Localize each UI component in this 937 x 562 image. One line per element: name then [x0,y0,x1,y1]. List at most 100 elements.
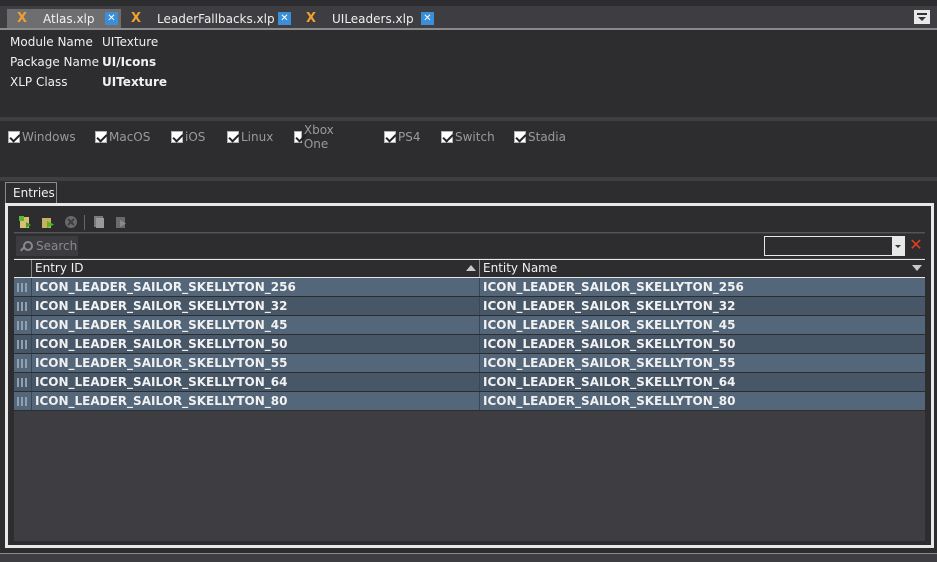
cell-entity-name[interactable]: ICON_LEADER_SAILOR_SKELLYTON_32 [479,297,925,315]
platform-windows[interactable]: Windows [8,129,76,145]
platform-ios[interactable]: iOS [171,129,205,145]
cell-entity-name[interactable]: ICON_LEADER_SAILOR_SKELLYTON_55 [479,354,925,372]
entries-table: Entry ID Entity Name ICON_LEADER_SAILOR_… [14,259,925,411]
xlp-file-icon: X [305,11,317,26]
cell-entry-id[interactable]: ICON_LEADER_SAILOR_SKELLYTON_80 [31,392,479,410]
copy-entry-icon[interactable] [92,215,106,229]
clear-filter-icon[interactable]: ✕ [909,237,923,253]
add-entry-icon[interactable] [18,215,32,229]
cell-entity-name[interactable]: ICON_LEADER_SAILOR_SKELLYTON_45 [479,316,925,334]
platform-label: Windows [22,130,76,144]
xlp-class-value: UITexture [102,75,168,89]
row-drag-handle-icon[interactable] [14,278,31,296]
checkbox-checked-icon[interactable] [384,131,396,143]
row-drag-handle-icon[interactable] [14,392,31,410]
sort-descending-icon [912,265,922,271]
platform-label: MacOS [109,130,151,144]
close-icon[interactable]: ✕ [278,12,291,25]
checkbox-checked-icon[interactable] [171,131,183,143]
tab-label: UILeaders.xlp [332,11,414,26]
cell-entry-id[interactable]: ICON_LEADER_SAILOR_SKELLYTON_50 [31,335,479,353]
cell-entry-id[interactable]: ICON_LEADER_SAILOR_SKELLYTON_64 [31,373,479,391]
checkbox-checked-icon[interactable] [227,131,239,143]
platform-label: iOS [185,130,206,144]
package-name-label: Package Name [10,55,99,69]
insert-entry-icon[interactable] [41,215,55,229]
sort-ascending-icon [466,265,476,271]
checkbox-checked-icon[interactable] [294,131,302,143]
platform-label: Xbox One [303,123,334,151]
column-header-entity-name[interactable]: Entity Name [479,260,925,277]
cell-entity-name[interactable]: ICON_LEADER_SAILOR_SKELLYTON_64 [479,373,925,391]
column-header-entry-id[interactable]: Entry ID [31,260,479,277]
platform-ps4[interactable]: PS4 [384,129,421,145]
xlp-file-icon: X [130,11,142,26]
table-row[interactable]: ICON_LEADER_SAILOR_SKELLYTON_32 ICON_LEAD… [14,297,925,316]
platform-switch[interactable]: Switch [441,129,495,145]
row-drag-handle-icon[interactable] [14,354,31,372]
package-name-row: Package Name UI/Icons [10,52,167,72]
table-header: Entry ID Entity Name [14,259,925,278]
checkbox-checked-icon[interactable] [441,131,453,143]
module-name-row: Module Name UITexture [10,32,167,52]
table-row[interactable]: ICON_LEADER_SAILOR_SKELLYTON_45 ICON_LEAD… [14,316,925,335]
tab-atlas[interactable]: X Atlas.xlp ✕ [7,9,121,28]
module-name-label: Module Name [10,35,93,49]
cell-entry-id[interactable]: ICON_LEADER_SAILOR_SKELLYTON_55 [31,354,479,372]
tab-label: LeaderFallbacks.xlp [157,11,275,26]
cell-entity-name[interactable]: ICON_LEADER_SAILOR_SKELLYTON_80 [479,392,925,410]
remove-entry-icon[interactable] [64,215,78,229]
platform-macos[interactable]: MacOS [95,129,150,145]
table-row[interactable]: ICON_LEADER_SAILOR_SKELLYTON_256 ICON_LEA… [14,278,925,297]
table-row[interactable]: ICON_LEADER_SAILOR_SKELLYTON_55 ICON_LEAD… [14,354,925,373]
close-icon[interactable]: ✕ [105,12,118,25]
platform-label: Switch [455,130,495,144]
paste-entry-icon[interactable] [114,215,128,229]
tab-uileaders[interactable]: X UILeaders.xlp ✕ [298,9,436,28]
column-header-label: Entry ID [35,261,84,275]
row-drag-handle-icon[interactable] [14,335,31,353]
entries-content: Search ✕ Entry ID Entity Name ICON_LEADE… [14,212,925,541]
search-row: Search ✕ [14,234,925,258]
xlp-class-row: XLP Class UITexture [10,72,167,92]
bottom-panel-strip [0,553,937,562]
filter-combobox[interactable] [764,236,905,256]
toolbar-separator [84,215,85,230]
row-drag-handle-icon[interactable] [14,373,31,391]
platform-stadia[interactable]: Stadia [514,129,566,145]
table-row[interactable]: ICON_LEADER_SAILOR_SKELLYTON_64 ICON_LEAD… [14,373,925,392]
platform-label: Stadia [528,130,566,144]
platform-label: Linux [241,130,274,144]
search-icon [20,240,33,252]
document-tab-strip: X Atlas.xlp ✕ X LeaderFallbacks.xlp ✕ X … [0,6,937,28]
checkbox-checked-icon[interactable] [514,131,526,143]
tab-leaderfallbacks[interactable]: X LeaderFallbacks.xlp ✕ [123,9,293,28]
cell-entry-id[interactable]: ICON_LEADER_SAILOR_SKELLYTON_45 [31,316,479,334]
row-drag-handle-icon[interactable] [14,297,31,315]
cell-entity-name[interactable]: ICON_LEADER_SAILOR_SKELLYTON_50 [479,335,925,353]
tab-entries[interactable]: Entries [5,182,57,204]
cell-entry-id[interactable]: ICON_LEADER_SAILOR_SKELLYTON_32 [31,297,479,315]
checkbox-checked-icon[interactable] [95,131,107,143]
checkbox-checked-icon[interactable] [8,131,20,143]
close-icon[interactable]: ✕ [421,12,434,25]
search-label: Search [36,239,78,253]
search-button[interactable]: Search [16,236,78,256]
platform-linux[interactable]: Linux [227,129,273,145]
tab-list-menu-icon[interactable] [914,10,930,24]
cell-entry-id[interactable]: ICON_LEADER_SAILOR_SKELLYTON_256 [31,278,479,296]
row-drag-handle-icon[interactable] [14,316,31,334]
cell-entity-name[interactable]: ICON_LEADER_SAILOR_SKELLYTON_256 [479,278,925,296]
platform-xbox-one[interactable]: Xbox One [294,123,338,151]
entries-toolbar [14,212,925,233]
table-row[interactable]: ICON_LEADER_SAILOR_SKELLYTON_80 ICON_LEAD… [14,392,925,411]
xlp-file-icon: X [16,11,28,26]
package-properties: Module Name UITexture Package Name UI/Ic… [10,32,167,92]
xlp-class-label: XLP Class [10,75,68,89]
section-divider [0,177,937,181]
chevron-down-icon[interactable] [892,237,904,255]
platform-label: PS4 [398,130,421,144]
tab-strip-underline [0,28,937,30]
column-header-label: Entity Name [483,261,558,275]
table-row[interactable]: ICON_LEADER_SAILOR_SKELLYTON_50 ICON_LEAD… [14,335,925,354]
